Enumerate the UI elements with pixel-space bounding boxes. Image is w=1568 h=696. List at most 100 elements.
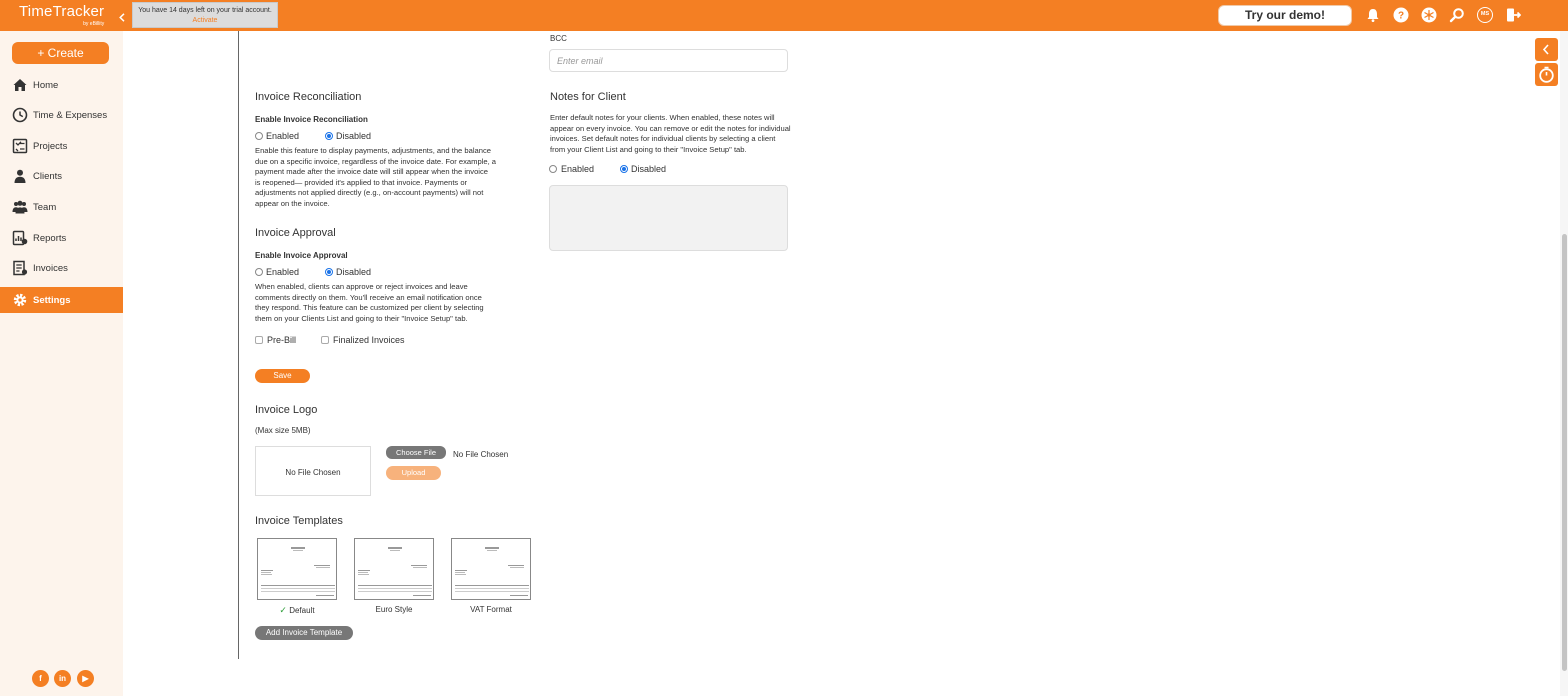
sidebar-item-projects[interactable]: Projects (0, 133, 123, 159)
description-line: invoices. Set default notes for individu… (550, 134, 776, 143)
description-line: comments directly on them. You'll receiv… (255, 292, 482, 302)
bcc-label: BCC (550, 34, 567, 43)
approval-disabled-radio[interactable] (325, 268, 333, 276)
bell-icon[interactable] (1365, 7, 1381, 23)
reconciliation-enabled-label: Enabled (266, 131, 300, 141)
sidebar-item-time-expenses[interactable]: Time & Expenses (0, 102, 123, 128)
notes-description: Enter default notes for your clients. Wh… (550, 113, 791, 155)
description-line: is reopened— provided it's applied to th… (255, 177, 468, 187)
bcc-email-field[interactable] (549, 49, 788, 72)
team-icon (12, 200, 28, 214)
facebook-icon[interactable]: f (32, 670, 49, 687)
trial-banner: You have 14 days left on your trial acco… (132, 2, 278, 28)
reconciliation-sublabel: Enable Invoice Reconciliation (255, 115, 368, 124)
invoice-preview-image (358, 547, 432, 596)
sidebar-item-clients[interactable]: Clients (0, 163, 123, 189)
invoice-preview-image (455, 547, 529, 596)
network-icon[interactable] (1421, 7, 1437, 23)
notes-enabled-radio[interactable] (549, 165, 557, 173)
description-line: appear on every invoice. You can remove … (550, 123, 791, 133)
sidebar-item-label: Invoices (33, 263, 68, 274)
template-vat-format-label: VAT Format (470, 605, 512, 614)
youtube-icon[interactable]: ▶ (77, 670, 94, 687)
notes-disabled-radio[interactable] (620, 165, 628, 173)
logo-text: TimeTracker (19, 3, 105, 20)
prebill-label: Pre-Bill (267, 335, 297, 345)
invoice-templates-title: Invoice Templates (255, 515, 343, 527)
reconciliation-title: Invoice Reconciliation (255, 91, 362, 103)
file-status: No File Chosen (453, 450, 509, 459)
template-euro-style-thumbnail[interactable] (354, 538, 434, 600)
clock-icon (12, 107, 28, 123)
invoice-logo-title: Invoice Logo (255, 404, 318, 416)
description-line: payment made after the invoice date will… (255, 167, 489, 176)
description-line: Enable this feature to display payments,… (255, 146, 491, 155)
gear-icon (13, 293, 27, 307)
sidebar-item-invoices[interactable]: Invoices (0, 255, 123, 281)
approval-enabled-label: Enabled (266, 267, 300, 277)
description-line: them on your Clients List and going to t… (255, 313, 468, 323)
user-avatar[interactable]: MS (1477, 7, 1493, 23)
template-vat-format-thumbnail[interactable] (451, 538, 531, 600)
choose-file-button[interactable]: Choose File (386, 446, 446, 459)
home-icon (13, 79, 27, 91)
sidebar-item-label: Home (33, 80, 59, 91)
projects-icon (12, 138, 28, 154)
search-icon[interactable] (1449, 7, 1465, 23)
prebill-checkbox[interactable] (255, 336, 263, 344)
description-line: from your Client List and going to their… (550, 144, 747, 154)
logout-icon[interactable] (1505, 7, 1521, 23)
sidebar-item-home[interactable]: Home (0, 72, 123, 98)
sidebar-item-reports[interactable]: Reports (0, 225, 123, 251)
add-invoice-template-button[interactable]: Add Invoice Template (255, 626, 353, 640)
approval-description: When enabled, clients can approve or rej… (255, 282, 484, 324)
template-euro-style-label: Euro Style (375, 605, 413, 614)
upload-button[interactable]: Upload (386, 466, 441, 480)
template-default-thumbnail[interactable] (257, 538, 337, 600)
max-size-note: (Max size 5MB) (255, 426, 311, 435)
help-icon[interactable]: ? (1393, 7, 1409, 23)
linkedin-icon[interactable]: in (54, 670, 71, 687)
approval-enabled-radio[interactable] (255, 268, 263, 276)
timer-button[interactable] (1535, 63, 1558, 86)
reconciliation-disabled-radio[interactable] (325, 132, 333, 140)
sidebar-item-settings[interactable]: Settings (0, 287, 123, 313)
client-notes-textarea[interactable] (549, 185, 788, 251)
approval-sublabel: Enable Invoice Approval (255, 251, 348, 260)
create-button[interactable]: + Create (12, 42, 109, 64)
chevron-left-icon (119, 13, 125, 22)
sidebar-item-label: Settings (33, 295, 71, 306)
reconciliation-disabled-label: Disabled (336, 131, 372, 141)
stopwatch-icon (1539, 66, 1554, 83)
try-demo-button[interactable]: Try our demo! (1218, 5, 1352, 26)
finalized-invoices-label: Finalized Invoices (333, 335, 405, 345)
template-name: Default (289, 606, 315, 615)
description-line: appear on the invoice. (255, 198, 330, 208)
template-default-label: ✓ Default (257, 605, 337, 616)
clients-icon (14, 169, 26, 183)
description-line: due on a specific invoice, regardless of… (255, 156, 497, 166)
sidebar-collapse-button[interactable] (115, 10, 130, 25)
notes-enabled-label: Enabled (561, 164, 595, 174)
svg-text:?: ? (1398, 11, 1404, 22)
description-line: they respond. This feature can be custom… (255, 303, 484, 312)
scrollbar-thumb[interactable] (1562, 234, 1567, 671)
top-bar: TimeTracker by eBillity You have 14 days… (0, 0, 1568, 31)
bcc-email-input[interactable] (550, 50, 787, 71)
invoices-icon (13, 260, 28, 276)
activate-link[interactable]: Activate (133, 17, 277, 24)
reconciliation-enabled-radio[interactable] (255, 132, 263, 140)
logo-subtext: by eBillity (83, 21, 105, 27)
invoice-preview-image (261, 547, 335, 596)
sidebar-item-team[interactable]: Team (0, 194, 123, 220)
logo-preview: No File Chosen (255, 446, 371, 496)
approval-disabled-label: Disabled (336, 267, 372, 277)
save-button[interactable]: Save (255, 369, 310, 383)
reports-icon (12, 230, 28, 246)
notes-title: Notes for Client (550, 91, 626, 103)
finalized-invoices-checkbox[interactable] (321, 336, 329, 344)
sidebar-item-label: Clients (33, 171, 63, 182)
right-panel-toggle-button[interactable] (1535, 38, 1558, 61)
app-logo[interactable]: TimeTracker by eBillity (19, 3, 105, 28)
description-line: When enabled, clients can approve or rej… (255, 282, 468, 291)
